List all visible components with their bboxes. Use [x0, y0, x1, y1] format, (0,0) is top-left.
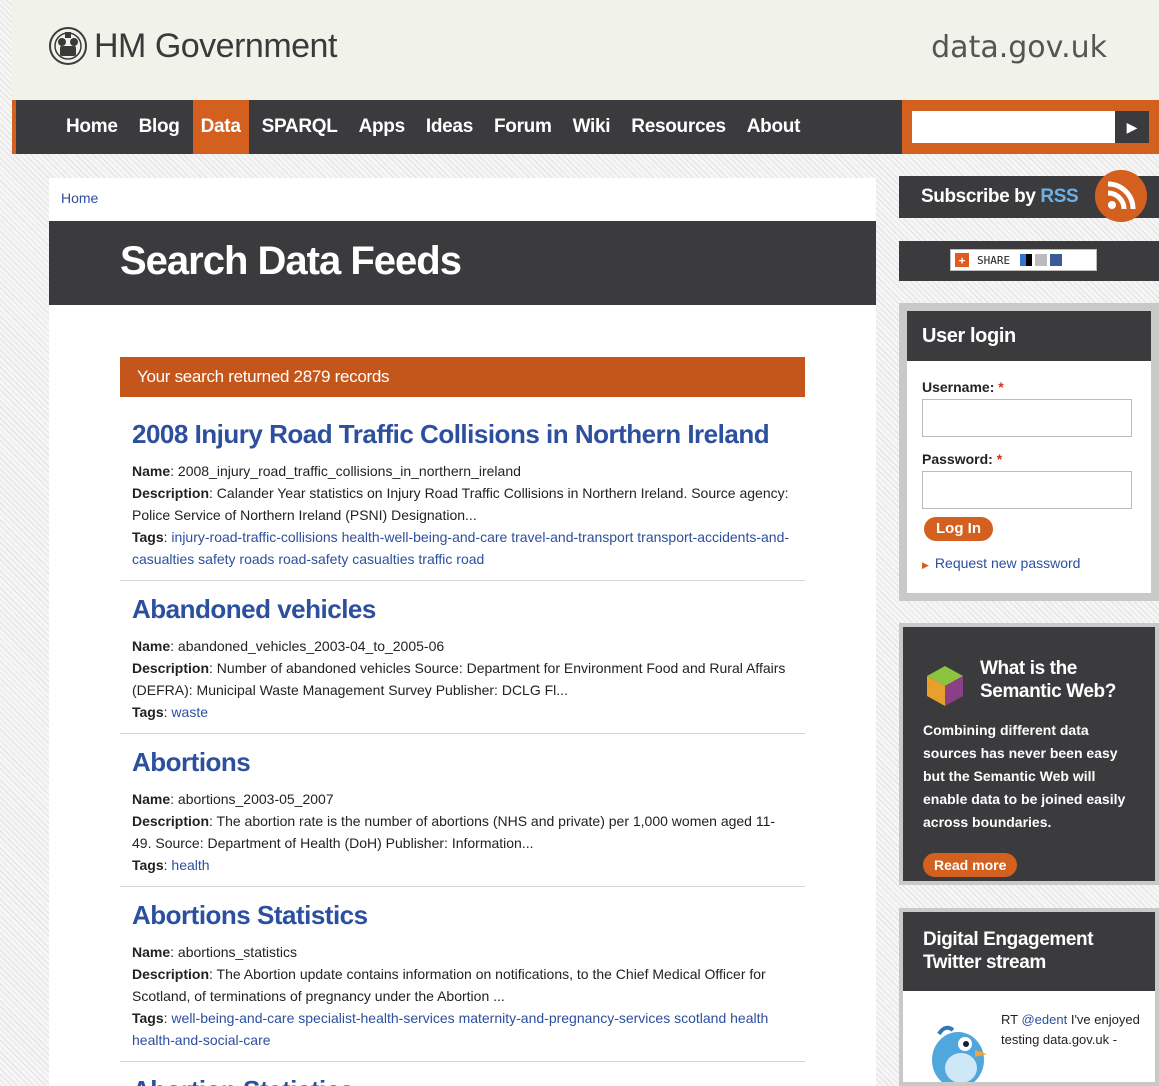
result-description: Description: Number of abandoned vehicle…: [132, 660, 786, 698]
required-mark: *: [996, 451, 1003, 467]
tag-link[interactable]: health-well-being-and-care: [342, 529, 508, 545]
arrow-right-icon: ▶: [922, 560, 929, 570]
tag-link[interactable]: travel-and-transport: [511, 529, 633, 545]
tag-link[interactable]: injury-road-traffic-collisions: [171, 529, 337, 545]
tag-link[interactable]: casualties: [352, 551, 414, 567]
result-name: Name: abandoned_vehicles_2003-04_to_2005…: [132, 638, 445, 654]
tag-link[interactable]: specialist-health-services: [298, 1010, 454, 1026]
result-description: Description: The Abortion update contain…: [132, 966, 766, 1004]
result-item: Abortions Statistics Name: abortions_stat…: [120, 899, 805, 1062]
login-button[interactable]: Log In: [924, 517, 993, 541]
nav-item-home[interactable]: Home: [58, 100, 126, 154]
nav-item-data[interactable]: Data: [192, 100, 249, 154]
nav-item-apps[interactable]: Apps: [351, 100, 413, 154]
username-label: Username: *: [922, 379, 1004, 395]
tag-link[interactable]: health: [730, 1010, 768, 1026]
arrow-right-icon: ▶: [1126, 118, 1138, 135]
tag-link[interactable]: road: [456, 551, 484, 567]
result-title-link[interactable]: Abortion Statistics: [132, 1074, 793, 1086]
tweet-mention-link[interactable]: @edent: [1021, 1012, 1067, 1027]
semantic-web-box: What is the Semantic Web? Combining diff…: [899, 623, 1159, 885]
nav-item-resources[interactable]: Resources: [623, 100, 733, 154]
rss-subscribe-box[interactable]: Subscribe by RSS: [899, 170, 1159, 222]
facebook-icon: [1050, 254, 1063, 266]
share-box: + SHARE: [899, 241, 1159, 281]
result-title-link[interactable]: 2008 Injury Road Traffic Collisions in N…: [132, 418, 793, 450]
share-label: SHARE: [977, 253, 1011, 267]
search-input[interactable]: [912, 111, 1115, 143]
request-password-link[interactable]: ▶ Request new password: [922, 555, 1080, 571]
result-item: Abandoned vehicles Name: abandoned_vehicl…: [120, 593, 805, 734]
breadcrumb-home[interactable]: Home: [61, 190, 98, 206]
cube-icon: [927, 666, 963, 706]
result-item: Abortion Statistics: [120, 1074, 805, 1086]
result-title-link[interactable]: Abortions Statistics: [132, 899, 793, 931]
semantic-web-text: Combining different data sources has nev…: [923, 722, 1126, 830]
result-item: Abortions Name: abortions_2003-05_2007 Des…: [120, 746, 805, 887]
tag-link[interactable]: road-safety: [278, 551, 348, 567]
result-tags: Tags: injury-road-traffic-collisions hea…: [132, 529, 790, 567]
results-list: 2008 Injury Road Traffic Collisions in N…: [120, 418, 805, 1086]
tweet-text: RT @edent I've enjoyed testing data.gov.…: [1001, 1012, 1140, 1047]
rss-subscribe-label[interactable]: Subscribe by RSS: [921, 186, 1079, 208]
plus-icon: +: [955, 253, 969, 267]
site-header: HM Government data.gov.uk: [12, 0, 1159, 100]
site-name[interactable]: data.gov.uk: [931, 30, 1107, 65]
read-more-button[interactable]: Read more: [923, 853, 1018, 877]
semantic-web-title[interactable]: What is the Semantic Web?: [980, 657, 1140, 703]
tag-link[interactable]: scotland: [674, 1010, 726, 1026]
search-submit-button[interactable]: ▶: [1115, 111, 1149, 143]
nav-items: Home Blog Data SPARQL Apps Ideas Forum Wiki Reso…: [58, 100, 813, 154]
result-title-link[interactable]: Abandoned vehicles: [132, 593, 793, 625]
tag-link[interactable]: health: [171, 857, 209, 873]
rss-icon[interactable]: [1095, 170, 1147, 222]
main-content: Home Search Data Feeds Your search retur…: [49, 178, 876, 1086]
result-name: Name: abortions_2003-05_2007: [132, 791, 334, 807]
result-description: Description: Calander Year statistics on…: [132, 485, 789, 523]
result-tags: Tags: health: [132, 857, 210, 873]
delicious-icon: [1020, 254, 1033, 266]
password-label: Password: *: [922, 451, 1003, 467]
result-name: Name: abortions_statistics: [132, 944, 297, 960]
twitter-stream-title: Digital Engagement Twitter stream: [903, 912, 1155, 991]
tag-link[interactable]: health-and-social-care: [132, 1032, 271, 1048]
tag-link[interactable]: maternity-and-pregnancy-services: [459, 1010, 671, 1026]
nav-item-ideas[interactable]: Ideas: [418, 100, 481, 154]
password-field[interactable]: [922, 471, 1132, 509]
page-title-bar: Search Data Feeds: [49, 221, 876, 305]
tag-link[interactable]: waste: [171, 704, 208, 720]
nav-item-about[interactable]: About: [739, 100, 808, 154]
rss-prefix: Subscribe by: [921, 186, 1041, 207]
result-tags: Tags: well-being-and-care specialist-hea…: [132, 1010, 769, 1048]
tag-link[interactable]: well-being-and-care: [171, 1010, 294, 1026]
tag-link[interactable]: roads: [239, 551, 274, 567]
nav-item-sparql[interactable]: SPARQL: [254, 100, 346, 154]
username-field[interactable]: [922, 399, 1132, 437]
result-count-banner: Your search returned 2879 records: [120, 357, 805, 397]
main-nav: Home Blog Data SPARQL Apps Ideas Forum Wiki Reso…: [12, 100, 1159, 154]
search-box: ▶: [902, 100, 1159, 154]
twitter-stream-box: Digital Engagement Twitter stream RT @ed…: [899, 908, 1159, 1086]
result-item: 2008 Injury Road Traffic Collisions in N…: [120, 418, 805, 581]
digg-icon: [1035, 254, 1048, 266]
nav-item-forum[interactable]: Forum: [486, 100, 560, 154]
login-title: User login: [907, 311, 1151, 361]
nav-item-blog[interactable]: Blog: [131, 100, 188, 154]
user-login-box: User login Username: * Password: * Log I…: [899, 303, 1159, 601]
tag-link[interactable]: safety: [198, 551, 235, 567]
share-button[interactable]: + SHARE: [950, 249, 1097, 271]
nav-item-wiki[interactable]: Wiki: [565, 100, 619, 154]
result-title-link[interactable]: Abortions: [132, 746, 793, 778]
brand-name: HM Government: [94, 26, 337, 65]
twitter-bird-icon: [932, 1025, 987, 1082]
result-description: Description: The abortion rate is the nu…: [132, 813, 776, 851]
rss-word: RSS: [1040, 186, 1079, 207]
royal-crest-icon: [49, 27, 87, 65]
result-name: Name: 2008_injury_road_traffic_collision…: [132, 463, 521, 479]
hm-government-logo[interactable]: HM Government: [48, 26, 337, 66]
result-tags: Tags: waste: [132, 704, 208, 720]
page-title: Search Data Feeds: [120, 239, 462, 283]
tag-link[interactable]: traffic: [418, 551, 452, 567]
required-mark: *: [998, 379, 1004, 395]
